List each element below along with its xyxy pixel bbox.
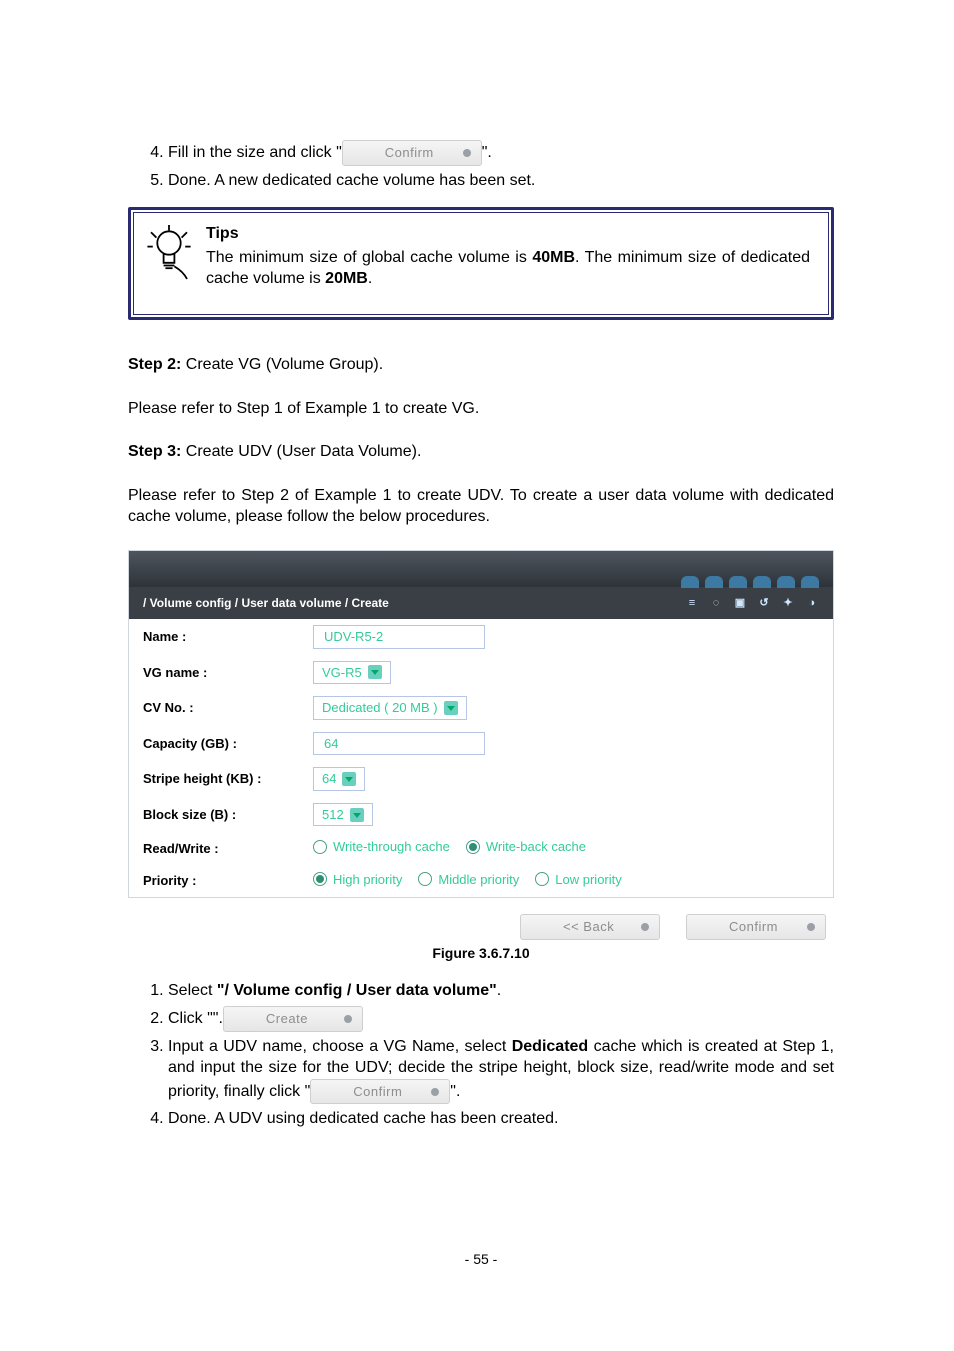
form-button-row: << Back Confirm bbox=[128, 904, 834, 944]
radio-dot-icon bbox=[535, 872, 549, 886]
tips-text: The minimum size of global cache volume … bbox=[206, 247, 810, 290]
radio-option[interactable]: Middle priority bbox=[418, 871, 519, 889]
tips-box: Tips The minimum size of global cache vo… bbox=[128, 207, 834, 320]
form-label: Name : bbox=[143, 628, 313, 646]
select[interactable]: VG-R5 bbox=[313, 661, 391, 685]
radio-option[interactable]: Low priority bbox=[535, 871, 621, 889]
select[interactable]: 512 bbox=[313, 803, 373, 827]
figure-caption: Figure 3.6.7.10 bbox=[128, 944, 834, 963]
inline-confirm-button[interactable]: Confirm bbox=[342, 140, 482, 166]
para-step3-intro: Please refer to Step 2 of Example 1 to c… bbox=[128, 485, 834, 528]
header-tab-pills bbox=[681, 576, 819, 588]
form-label: Priority : bbox=[143, 872, 313, 890]
tips-title: Tips bbox=[206, 223, 810, 245]
para-step2-ref: Please refer to Step 1 of Example 1 to c… bbox=[128, 398, 834, 420]
chevron-down-icon bbox=[444, 701, 458, 715]
form-row: CV No. :Dedicated ( 20 MB ) bbox=[129, 690, 833, 726]
user-icon: ◌ bbox=[709, 596, 723, 610]
form-row: Priority :High priority Middle priority Lo… bbox=[129, 865, 833, 897]
step-2-heading: Step 2: Create VG (Volume Group). bbox=[128, 354, 834, 376]
list-icon: ≡ bbox=[685, 596, 699, 610]
form-row: Name :UDV-R5-2 bbox=[129, 619, 833, 655]
radio-dot-icon bbox=[313, 840, 327, 854]
text-input[interactable]: 64 bbox=[313, 732, 485, 756]
bottom-list-item: Click "".Create bbox=[168, 1006, 834, 1032]
page-number: - 55 - bbox=[128, 1250, 834, 1269]
form-label: Read/Write : bbox=[143, 840, 313, 858]
top-list-item: Done. A new dedicated cache volume has b… bbox=[168, 170, 834, 192]
step-3-heading: Step 3: Create UDV (User Data Volume). bbox=[128, 441, 834, 463]
top-ordered-list: Fill in the size and click "Confirm". Don… bbox=[168, 140, 834, 191]
form-row: Capacity (GB) :64 bbox=[129, 726, 833, 762]
bottom-list-item: Input a UDV name, choose a VG Name, sele… bbox=[168, 1036, 834, 1105]
radio-dot-icon bbox=[466, 840, 480, 854]
text-input[interactable]: UDV-R5-2 bbox=[313, 625, 485, 649]
chevron-down-icon bbox=[368, 665, 382, 679]
confirm-button[interactable]: Confirm bbox=[686, 914, 826, 940]
form-row: Read/Write :Write-through cache Write-bac… bbox=[129, 832, 833, 864]
udv-create-form-screenshot: / Volume config / User data volume / Cre… bbox=[128, 550, 834, 898]
back-button[interactable]: << Back bbox=[520, 914, 660, 940]
radio-option[interactable]: High priority bbox=[313, 871, 402, 889]
form-label: VG name : bbox=[143, 664, 313, 682]
radio-dot-icon bbox=[418, 872, 432, 886]
bottom-ordered-list: Select "/ Volume config / User data volu… bbox=[168, 980, 834, 1129]
chevron-down-icon bbox=[350, 808, 364, 822]
radio-option[interactable]: Write-back cache bbox=[466, 838, 586, 856]
chevron-down-icon bbox=[342, 772, 356, 786]
gear-icon: ✦ bbox=[781, 596, 795, 610]
form-label: Stripe height (KB) : bbox=[143, 770, 313, 788]
form-label: Block size (B) : bbox=[143, 806, 313, 824]
inline-create-button[interactable]: Create bbox=[223, 1006, 363, 1032]
form-row: Stripe height (KB) :64 bbox=[129, 761, 833, 797]
lightbulb-icon bbox=[142, 223, 196, 281]
top-list-item: Fill in the size and click "Confirm". bbox=[168, 140, 834, 166]
form-label: CV No. : bbox=[143, 699, 313, 717]
breadcrumb: / Volume config / User data volume / Cre… bbox=[143, 595, 389, 611]
radio-dot-icon bbox=[313, 872, 327, 886]
select[interactable]: Dedicated ( 20 MB ) bbox=[313, 696, 467, 720]
form-label: Capacity (GB) : bbox=[143, 735, 313, 753]
inline-confirm-button[interactable]: Confirm bbox=[310, 1079, 450, 1105]
help-icon: ◑ bbox=[805, 596, 819, 610]
bottom-list-item: Select "/ Volume config / User data volu… bbox=[168, 980, 834, 1002]
refresh-icon: ↺ bbox=[757, 596, 771, 610]
form-row: VG name :VG-R5 bbox=[129, 655, 833, 691]
form-row: Block size (B) :512 bbox=[129, 797, 833, 833]
bottom-list-item: Done. A UDV using dedicated cache has be… bbox=[168, 1108, 834, 1130]
select[interactable]: 64 bbox=[313, 767, 365, 791]
save-icon: ▣ bbox=[733, 596, 747, 610]
toolbar-icons: ≡ ◌ ▣ ↺ ✦ ◑ bbox=[685, 596, 819, 610]
radio-option[interactable]: Write-through cache bbox=[313, 838, 450, 856]
